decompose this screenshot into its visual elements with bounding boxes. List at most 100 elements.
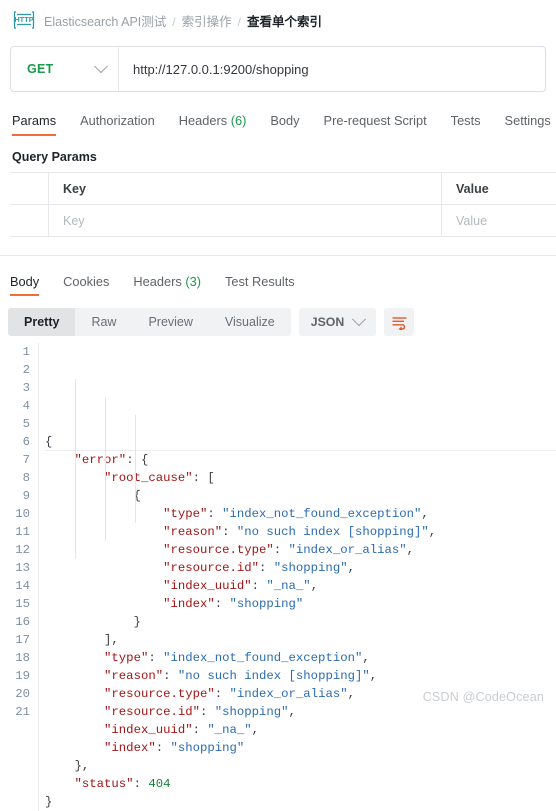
line-number: 9	[22, 489, 30, 503]
param-key-input[interactable]: Key	[49, 205, 442, 236]
view-mode-visualize-label: Visualize	[224, 315, 275, 329]
chevron-down-icon	[93, 59, 109, 74]
line-number: 7	[22, 453, 30, 467]
line-number: 15	[15, 597, 30, 611]
response-tab-headers[interactable]: Headers (3)	[121, 274, 213, 296]
line-number: 2	[22, 363, 30, 377]
line-number: 5	[22, 417, 30, 431]
view-mode-preview[interactable]: Preview	[132, 308, 208, 336]
tab-tests[interactable]: Tests	[439, 113, 493, 136]
url-input[interactable]: http://127.0.0.1:9200/shopping	[119, 47, 545, 91]
line-number: 8	[22, 471, 30, 485]
line-number: 14	[15, 579, 30, 593]
request-tabs: Params Authorization Headers (6) Body Pr…	[10, 106, 556, 136]
response-tab-test-results-label: Test Results	[224, 274, 295, 289]
code-line: "index_uuid": "_na_",	[104, 723, 260, 737]
code-line: {	[45, 489, 141, 503]
response-divider	[0, 255, 556, 256]
breadcrumb-separator-2: /	[237, 14, 241, 29]
response-body-viewer[interactable]: 1 2 3 4 5 6 7 8 9 10 11 12 13 14 15 16 17 18 19 20 21 { "err…	[0, 343, 556, 811]
code-line: "index": "shopping"	[163, 597, 304, 611]
response-tab-test-results[interactable]: Test Results	[213, 274, 307, 296]
tab-settings[interactable]: Settings	[493, 113, 556, 136]
code-line: "index": "shopping"	[104, 741, 245, 755]
tab-body[interactable]: Body	[258, 113, 311, 136]
request-url-bar: GET http://127.0.0.1:9200/shopping	[10, 46, 546, 92]
tab-pre-request-script[interactable]: Pre-request Script	[312, 113, 439, 136]
response-body-code[interactable]: { "error": { "root_cause": [ { "type": "…	[38, 343, 556, 811]
tab-settings-label: Settings	[504, 113, 551, 128]
response-format-label: JSON	[310, 315, 345, 329]
line-number: 4	[22, 399, 30, 413]
response-tab-headers-label: Headers	[133, 274, 182, 289]
column-header-value: Value	[456, 181, 489, 196]
breadcrumb-collection[interactable]: Elasticsearch API测试	[44, 11, 166, 30]
code-line: "resource.id": "shopping",	[163, 561, 355, 575]
tab-headers-label: Headers	[178, 113, 228, 128]
breadcrumb-separator-1: /	[172, 14, 176, 29]
tab-body-label: Body	[270, 113, 300, 128]
code-line: },	[45, 759, 90, 773]
tab-params[interactable]: Params	[10, 113, 68, 136]
code-line: "reason": "no such index [shopping]",	[163, 525, 437, 539]
response-view-bar: Pretty Raw Preview Visualize JSON	[8, 308, 556, 336]
chevron-down-icon	[352, 312, 367, 327]
line-number: 11	[15, 525, 30, 539]
line-number: 3	[22, 381, 30, 395]
row-checkbox-cell[interactable]	[10, 205, 49, 236]
breadcrumb-request[interactable]: 查看单个索引	[247, 11, 322, 30]
code-line: ],	[45, 633, 119, 647]
view-mode-preview-label: Preview	[148, 315, 193, 329]
column-header-key: Key	[49, 173, 442, 204]
header-checkbox-cell	[10, 173, 49, 204]
response-tab-cookies-label: Cookies	[63, 274, 110, 289]
response-tab-headers-count: (3)	[185, 274, 201, 289]
code-line: "type": "index_not_found_exception",	[104, 651, 370, 665]
line-number: 17	[15, 633, 30, 647]
code-line: "resource.id": "shopping",	[104, 705, 296, 719]
code-line: "type": "index_not_found_exception",	[163, 507, 429, 521]
code-line: "reason": "no such index [shopping]",	[104, 669, 378, 683]
code-line: }	[45, 615, 141, 629]
line-number-gutter: 1 2 3 4 5 6 7 8 9 10 11 12 13 14 15 16 17 18 19 20 21	[0, 343, 38, 811]
line-number: 19	[15, 669, 30, 683]
query-params-title: Query Params	[12, 150, 97, 164]
line-number: 6	[22, 435, 30, 449]
breadcrumb-folder[interactable]: 索引操作	[182, 11, 232, 30]
line-number: 10	[15, 507, 30, 521]
code-line: }	[45, 795, 53, 809]
line-number: 18	[15, 651, 30, 665]
param-value-input[interactable]: Value	[442, 205, 556, 236]
line-number: 16	[15, 615, 30, 629]
line-number: 20	[15, 687, 30, 701]
view-mode-pretty[interactable]: Pretty	[8, 308, 76, 336]
tab-authorization[interactable]: Authorization	[68, 113, 167, 136]
http-method-select[interactable]: GET	[11, 47, 119, 91]
code-line: "resource.type": "index_or_alias",	[163, 543, 415, 557]
view-mode-raw[interactable]: Raw	[75, 308, 132, 336]
code-line: "status": 404	[74, 777, 171, 791]
response-view-segmented-control: Pretty Raw Preview Visualize	[8, 308, 291, 336]
response-tab-cookies[interactable]: Cookies	[51, 274, 121, 296]
http-method-label: GET	[27, 62, 54, 76]
tab-headers[interactable]: Headers (6)	[167, 113, 259, 136]
query-params-table: Key Value Key Value	[10, 172, 556, 237]
response-tab-body-label: Body	[10, 274, 40, 289]
view-mode-pretty-label: Pretty	[24, 315, 60, 329]
text-wrap-icon[interactable]	[384, 308, 415, 336]
code-line: "root_cause": [	[104, 471, 215, 485]
tab-tests-label: Tests	[450, 113, 481, 128]
table-row[interactable]: Key Value	[10, 204, 556, 236]
code-line: {	[45, 433, 556, 451]
response-format-select[interactable]: JSON	[298, 308, 377, 336]
line-number: 13	[15, 561, 30, 575]
svg-text:HTTP: HTTP	[14, 15, 33, 24]
response-tab-body[interactable]: Body	[8, 274, 51, 296]
view-mode-visualize[interactable]: Visualize	[209, 308, 291, 336]
http-protocol-icon: HTTP	[12, 9, 36, 31]
view-mode-raw-label: Raw	[91, 315, 117, 329]
line-number: 1	[22, 345, 30, 359]
tab-pre-request-script-label: Pre-request Script	[323, 113, 427, 128]
watermark: CSDN @CodeOcean	[422, 690, 544, 704]
line-number: 12	[15, 543, 30, 557]
